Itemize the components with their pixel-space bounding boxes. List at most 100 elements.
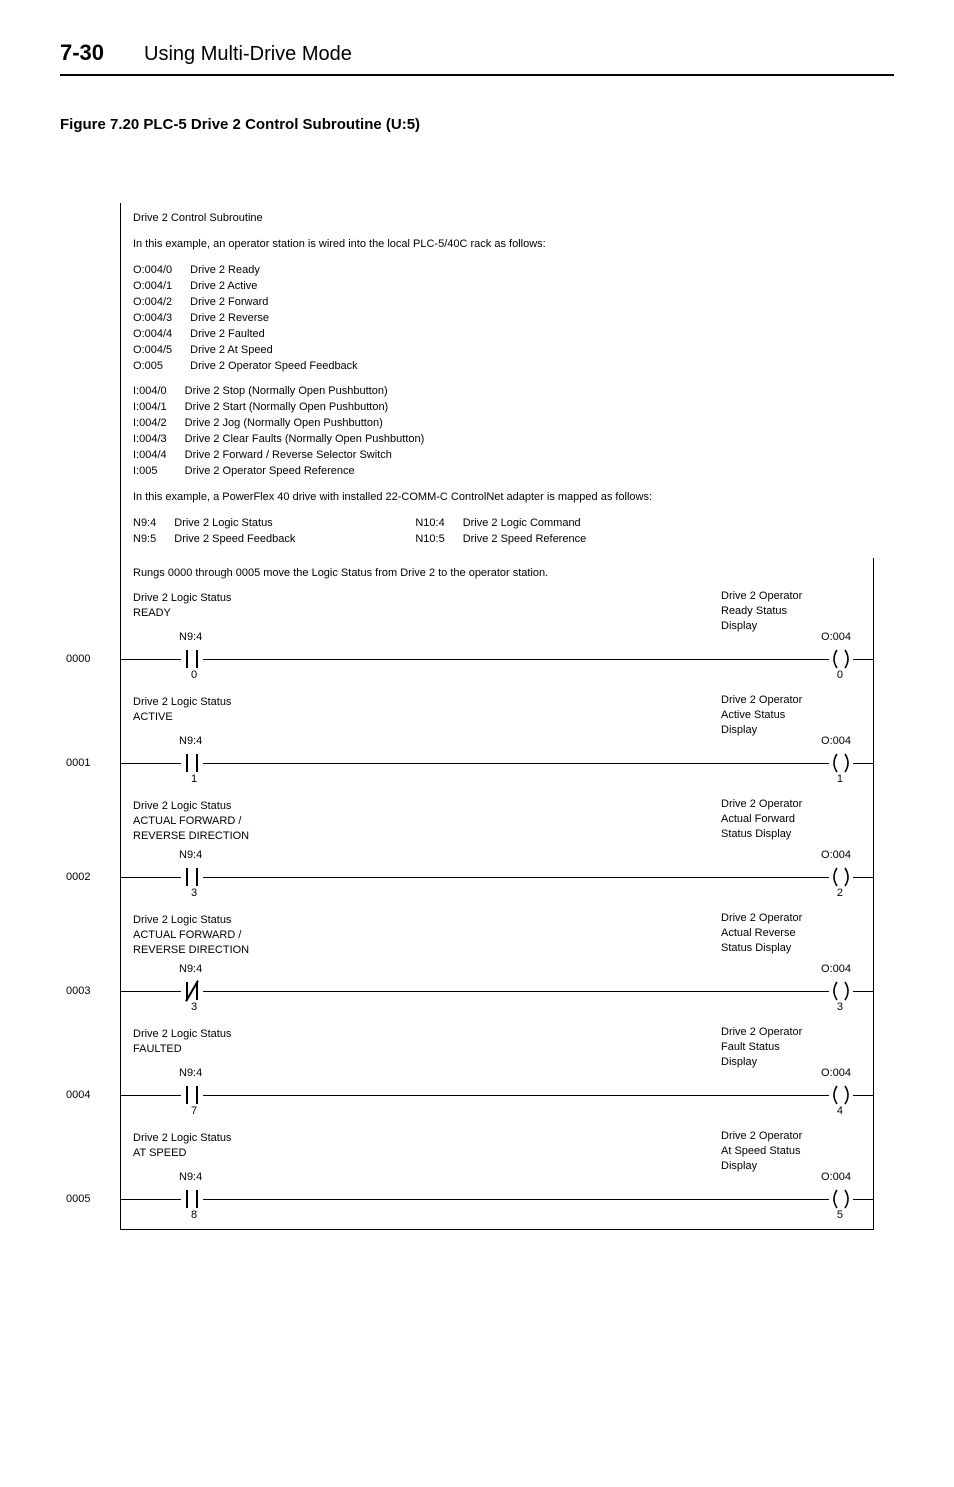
io-addr: I:004/3 xyxy=(133,432,185,448)
io-addr: O:004/4 xyxy=(133,327,190,343)
io-desc: Drive 2 Stop (Normally Open Pushbutton) xyxy=(185,384,443,400)
coil-bit: 5 xyxy=(837,1209,843,1221)
intro-block: Drive 2 Control Subroutine In this examp… xyxy=(120,203,874,558)
coil-label: Drive 2 OperatorActual ReverseStatus Dis… xyxy=(721,911,861,956)
contact-address: N9:4 xyxy=(179,735,202,747)
io-desc: Drive 2 At Speed xyxy=(190,343,376,359)
contact-address: N9:4 xyxy=(179,849,202,861)
io-desc: Drive 2 Clear Faults (Normally Open Push… xyxy=(185,432,443,448)
contact-address: N9:4 xyxy=(179,1067,202,1079)
contact-bit: 7 xyxy=(191,1105,197,1117)
contact-bit: 0 xyxy=(191,669,197,681)
output-coil-icon xyxy=(829,648,853,670)
contact-label: Drive 2 Logic StatusREADY xyxy=(133,591,333,621)
coil-label: Drive 2 OperatorAt Speed StatusDisplay xyxy=(721,1129,861,1174)
map-desc: Drive 2 Speed Reference xyxy=(463,532,605,548)
map-desc: Drive 2 Speed Feedback xyxy=(174,532,415,548)
io-desc: Drive 2 Faulted xyxy=(190,327,376,343)
io-addr: I:004/0 xyxy=(133,384,185,400)
contact-label: Drive 2 Logic StatusACTUAL FORWARD /REVE… xyxy=(133,799,333,844)
page-number: 7-30 xyxy=(60,40,104,66)
io-addr: I:004/2 xyxy=(133,416,185,432)
contact-label: Drive 2 Logic StatusACTIVE xyxy=(133,695,333,725)
xio-contact-icon xyxy=(181,980,203,1002)
io-desc: Drive 2 Ready xyxy=(190,263,376,279)
io-addr: O:004/1 xyxy=(133,279,190,295)
coil-label: Drive 2 OperatorReady StatusDisplay xyxy=(721,589,861,634)
coil-address: O:004 xyxy=(821,1171,851,1183)
figure-caption: Figure 7.20 PLC-5 Drive 2 Control Subrou… xyxy=(60,116,894,133)
contact-bit: 3 xyxy=(191,887,197,899)
xic-contact-icon xyxy=(181,1084,203,1106)
contact-label: Drive 2 Logic StatusFAULTED xyxy=(133,1027,333,1057)
intro-title: Drive 2 Control Subroutine xyxy=(133,211,862,227)
map-desc: Drive 2 Logic Command xyxy=(463,516,605,532)
xic-contact-icon xyxy=(181,1188,203,1210)
map-addr: N10:5 xyxy=(415,532,462,548)
coil-address: O:004 xyxy=(821,631,851,643)
io-addr: I:004/1 xyxy=(133,400,185,416)
intro-wired-text: In this example, an operator station is … xyxy=(133,237,862,253)
rung-intro-text: Rungs 0000 through 0005 move the Logic S… xyxy=(120,558,874,585)
io-addr: I:005 xyxy=(133,464,185,480)
coil-bit: 0 xyxy=(837,669,843,681)
rung-number: 0001 xyxy=(66,757,90,769)
io-desc: Drive 2 Forward xyxy=(190,295,376,311)
coil-address: O:004 xyxy=(821,1067,851,1079)
coil-address: O:004 xyxy=(821,735,851,747)
map-addr: N10:4 xyxy=(415,516,462,532)
coil-bit: 2 xyxy=(837,887,843,899)
output-coil-icon xyxy=(829,980,853,1002)
rung-number: 0005 xyxy=(66,1193,90,1205)
io-addr: O:005 xyxy=(133,359,190,375)
xic-contact-icon xyxy=(181,752,203,774)
contact-label: Drive 2 Logic StatusAT SPEED xyxy=(133,1131,333,1161)
intro-output-table: O:004/0Drive 2 ReadyO:004/1Drive 2 Activ… xyxy=(133,263,376,375)
rung-number: 0000 xyxy=(66,653,90,665)
io-addr: O:004/0 xyxy=(133,263,190,279)
coil-bit: 3 xyxy=(837,1001,843,1013)
coil-bit: 1 xyxy=(837,773,843,785)
io-addr: I:004/4 xyxy=(133,448,185,464)
coil-label: Drive 2 OperatorFault StatusDisplay xyxy=(721,1025,861,1070)
map-addr: N9:4 xyxy=(133,516,174,532)
output-coil-icon xyxy=(829,866,853,888)
intro-mapping-table: N9:4Drive 2 Logic StatusN10:4Drive 2 Log… xyxy=(133,516,604,548)
map-addr: N9:5 xyxy=(133,532,174,548)
output-coil-icon xyxy=(829,1084,853,1106)
contact-bit: 1 xyxy=(191,773,197,785)
coil-address: O:004 xyxy=(821,963,851,975)
rung-number: 0002 xyxy=(66,871,90,883)
page-header: 7-30 Using Multi-Drive Mode xyxy=(60,40,894,76)
xic-contact-icon xyxy=(181,866,203,888)
output-coil-icon xyxy=(829,752,853,774)
contact-address: N9:4 xyxy=(179,963,202,975)
rung-number: 0004 xyxy=(66,1089,90,1101)
io-addr: O:004/5 xyxy=(133,343,190,359)
io-addr: O:004/2 xyxy=(133,295,190,311)
coil-label: Drive 2 OperatorActive StatusDisplay xyxy=(721,693,861,738)
coil-address: O:004 xyxy=(821,849,851,861)
contact-address: N9:4 xyxy=(179,631,202,643)
contact-address: N9:4 xyxy=(179,1171,202,1183)
output-coil-icon xyxy=(829,1188,853,1210)
io-desc: Drive 2 Start (Normally Open Pushbutton) xyxy=(185,400,443,416)
contact-bit: 3 xyxy=(191,1001,197,1013)
contact-label: Drive 2 Logic StatusACTUAL FORWARD /REVE… xyxy=(133,913,333,958)
io-desc: Drive 2 Operator Speed Reference xyxy=(185,464,443,480)
coil-bit: 4 xyxy=(837,1105,843,1117)
io-desc: Drive 2 Forward / Reverse Selector Switc… xyxy=(185,448,443,464)
io-desc: Drive 2 Jog (Normally Open Pushbutton) xyxy=(185,416,443,432)
io-addr: O:004/3 xyxy=(133,311,190,327)
xic-contact-icon xyxy=(181,648,203,670)
io-desc: Drive 2 Active xyxy=(190,279,376,295)
io-desc: Drive 2 Operator Speed Feedback xyxy=(190,359,376,375)
section-title: Using Multi-Drive Mode xyxy=(144,43,894,66)
io-desc: Drive 2 Reverse xyxy=(190,311,376,327)
intro-input-table: I:004/0Drive 2 Stop (Normally Open Pushb… xyxy=(133,384,442,480)
intro-mapped-text: In this example, a PowerFlex 40 drive wi… xyxy=(133,490,862,506)
contact-bit: 8 xyxy=(191,1209,197,1221)
map-desc: Drive 2 Logic Status xyxy=(174,516,415,532)
rung-number: 0003 xyxy=(66,985,90,997)
coil-label: Drive 2 OperatorActual ForwardStatus Dis… xyxy=(721,797,861,842)
